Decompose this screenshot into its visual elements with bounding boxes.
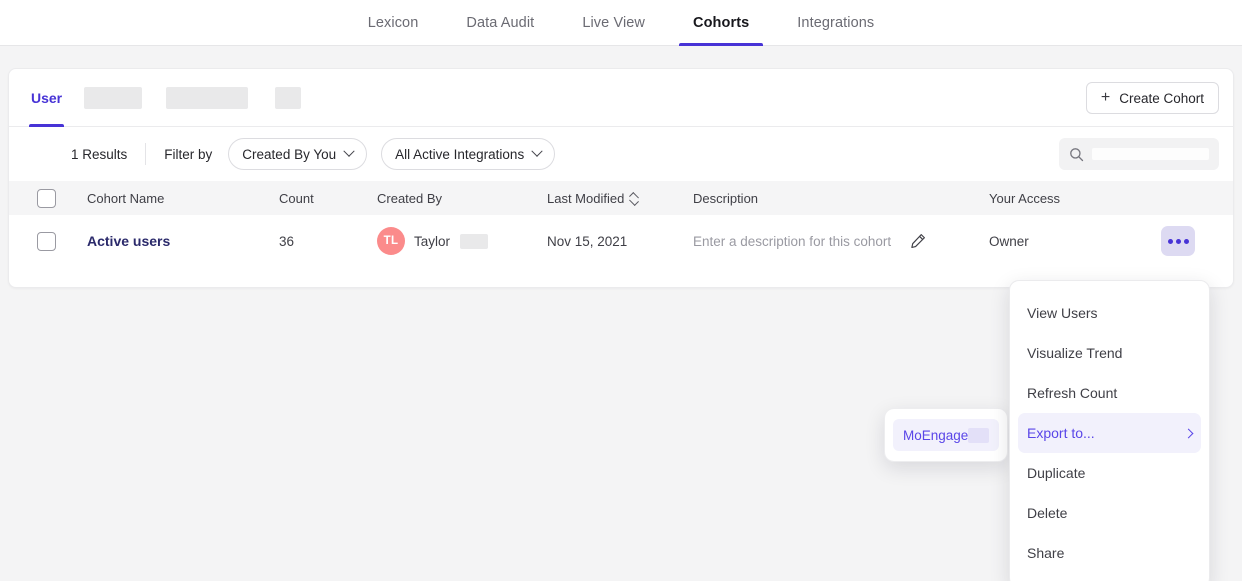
menu-item-delete[interactable]: Delete xyxy=(1018,493,1201,533)
menu-item-label: View Users xyxy=(1027,305,1098,321)
redacted-subtab-2 xyxy=(166,87,248,109)
cell-last-modified: Nov 15, 2021 xyxy=(547,215,693,267)
cohorts-page: Lexicon Data Audit Live View Cohorts Int… xyxy=(0,0,1242,581)
table-header-row: Cohort Name Count Created By Last Modifi… xyxy=(9,181,1234,215)
menu-item-view-users[interactable]: View Users xyxy=(1018,293,1201,333)
column-count[interactable]: Count xyxy=(279,181,377,215)
menu-item-export-to[interactable]: Export to... xyxy=(1018,413,1201,453)
column-last-modified[interactable]: Last Modified xyxy=(547,181,693,215)
created-by-filter[interactable]: Created By You xyxy=(228,138,367,170)
chevron-right-icon xyxy=(1184,428,1194,438)
cohorts-table: Cohort Name Count Created By Last Modifi… xyxy=(9,181,1234,267)
menu-item-label: Delete xyxy=(1027,505,1067,521)
redacted-subtab-3 xyxy=(275,87,301,109)
menu-item-visualize-trend[interactable]: Visualize Trend xyxy=(1018,333,1201,373)
ellipsis-dot xyxy=(1184,239,1189,244)
subtab-user[interactable]: User xyxy=(21,69,72,127)
subtab-label: User xyxy=(31,90,62,106)
column-description[interactable]: Description xyxy=(693,181,989,215)
row-actions-menu-button[interactable] xyxy=(1161,226,1195,256)
filter-by-label: Filter by xyxy=(164,147,212,162)
cohort-name-link[interactable]: Active users xyxy=(87,233,170,249)
cell-description: Enter a description for this cohort xyxy=(693,215,989,267)
create-cohort-label: Create Cohort xyxy=(1119,91,1204,106)
chevron-down-icon xyxy=(343,146,354,157)
select-all-header xyxy=(9,181,87,215)
redacted-submenu-text xyxy=(968,428,989,443)
menu-item-share[interactable]: Share xyxy=(1018,533,1201,573)
search-input[interactable] xyxy=(1092,148,1209,160)
results-count: 1 Results xyxy=(71,147,127,162)
menu-item-label: Duplicate xyxy=(1027,465,1085,481)
ellipsis-dot xyxy=(1168,239,1173,244)
cell-your-access: Owner xyxy=(989,215,1161,267)
filter-toolbar: 1 Results Filter by Created By You All A… xyxy=(9,127,1233,181)
redacted-subtab-1 xyxy=(84,87,142,109)
row-context-menu: View Users Visualize Trend Refresh Count… xyxy=(1009,280,1210,581)
actions-group xyxy=(1161,226,1234,256)
toolbar-divider xyxy=(145,143,146,165)
created-by-name: Taylor xyxy=(414,234,450,249)
submenu-item-label: MoEngage xyxy=(903,428,968,443)
cell-count: 36 xyxy=(279,215,377,267)
description-placeholder[interactable]: Enter a description for this cohort xyxy=(693,234,891,249)
cell-actions xyxy=(1161,215,1234,267)
column-actions xyxy=(1161,181,1234,215)
column-cohort-name[interactable]: Cohort Name xyxy=(87,181,279,215)
nav-tab-integrations[interactable]: Integrations xyxy=(773,0,898,46)
nav-tab-lexicon[interactable]: Lexicon xyxy=(344,0,443,46)
column-your-access[interactable]: Your Access xyxy=(989,181,1161,215)
avatar: TL xyxy=(377,227,405,255)
cohorts-card: User + Create Cohort 1 Results Filter by… xyxy=(8,68,1234,288)
description-group: Enter a description for this cohort xyxy=(693,232,989,250)
nav-tab-label: Cohorts xyxy=(693,15,749,31)
table-row[interactable]: Active users 36 TL Taylor Nov 15, 2021 E xyxy=(9,215,1234,267)
top-navigation-tabs: Lexicon Data Audit Live View Cohorts Int… xyxy=(344,0,899,46)
card-header: User + Create Cohort xyxy=(9,69,1233,127)
nav-tab-live-view[interactable]: Live View xyxy=(558,0,669,46)
column-last-modified-label: Last Modified xyxy=(547,191,624,206)
nav-tab-cohorts[interactable]: Cohorts xyxy=(669,0,773,46)
active-tab-underline xyxy=(679,43,763,46)
nav-tab-label: Live View xyxy=(582,15,645,31)
column-created-by[interactable]: Created By xyxy=(377,181,547,215)
created-by-group: TL Taylor xyxy=(377,227,547,255)
menu-item-label: Visualize Trend xyxy=(1027,345,1122,361)
search-icon xyxy=(1069,147,1084,162)
menu-item-refresh-count[interactable]: Refresh Count xyxy=(1018,373,1201,413)
nav-tab-label: Data Audit xyxy=(466,15,534,31)
sort-icon[interactable] xyxy=(630,193,638,205)
menu-item-label: Refresh Count xyxy=(1027,385,1117,401)
menu-item-duplicate[interactable]: Duplicate xyxy=(1018,453,1201,493)
created-by-filter-value: Created By You xyxy=(242,147,336,162)
cell-cohort-name: Active users xyxy=(87,215,279,267)
table-header: Cohort Name Count Created By Last Modifi… xyxy=(9,181,1234,215)
nav-tab-label: Lexicon xyxy=(368,15,419,31)
create-cohort-button[interactable]: + Create Cohort xyxy=(1086,82,1219,114)
nav-tab-label: Integrations xyxy=(797,15,874,31)
nav-tab-data-audit[interactable]: Data Audit xyxy=(442,0,558,46)
top-navigation: Lexicon Data Audit Live View Cohorts Int… xyxy=(0,0,1242,46)
table-body: Active users 36 TL Taylor Nov 15, 2021 E xyxy=(9,215,1234,267)
menu-item-label: Share xyxy=(1027,545,1064,561)
cohort-type-tabs: User xyxy=(21,69,301,127)
redacted-last-name xyxy=(460,234,488,249)
search-box[interactable] xyxy=(1059,138,1219,170)
integrations-filter[interactable]: All Active Integrations xyxy=(381,138,555,170)
ellipsis-dot xyxy=(1176,239,1181,244)
submenu-item-moengage[interactable]: MoEngage xyxy=(893,419,999,451)
cell-created-by: TL Taylor xyxy=(377,215,547,267)
integrations-filter-value: All Active Integrations xyxy=(395,147,524,162)
pencil-icon xyxy=(909,232,927,250)
row-checkbox[interactable] xyxy=(37,232,56,251)
row-select-cell xyxy=(9,215,87,267)
edit-description-button[interactable] xyxy=(909,232,927,250)
chevron-down-icon xyxy=(532,146,543,157)
export-submenu: MoEngage xyxy=(884,408,1008,462)
plus-icon: + xyxy=(1101,90,1110,106)
select-all-checkbox[interactable] xyxy=(37,189,56,208)
menu-item-label: Export to... xyxy=(1027,425,1095,441)
